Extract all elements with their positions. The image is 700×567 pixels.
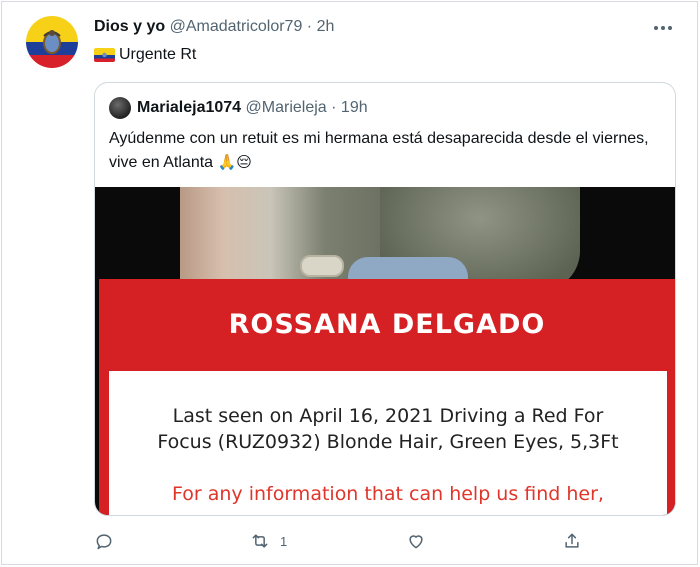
quoted-text: Ayúdenme con un retuit es mi hermana est… [109,127,661,175]
quoted-author-name: Marialeja1074 [137,99,242,116]
reply-button[interactable] [94,530,114,552]
more-options-button[interactable] [651,20,675,36]
quoted-timestamp: 19h [340,99,368,116]
quoted-avatar[interactable] [109,97,131,119]
tweet-actions: 1 [94,530,594,552]
quoted-text-content: Ayúdenme con un retuit es mi hermana est… [109,130,649,171]
avatar[interactable] [26,16,78,68]
last-seen-text: Last seen on April 16, 2021 Driving a Re… [109,403,667,455]
more-dot [668,26,672,30]
quoted-media-image[interactable]: ROSSANA DELGADO Last seen on April 16, 2… [95,187,675,515]
quoted-header: Marialeja1074 @Marieleja · 19h [137,99,368,117]
like-button[interactable] [406,530,426,552]
tweet-text-content: Urgente Rt [119,46,197,63]
heart-icon [409,535,423,549]
tweet-text: Urgente Rt [94,46,196,64]
tweet-header: Dios y yo @Amadatricolor79 · 2h [94,18,334,36]
more-dot [654,26,658,30]
missing-poster-panel: ROSSANA DELGADO Last seen on April 16, 2… [99,279,675,515]
separator-dot: · [331,99,337,116]
info-request-text: For any information that can help us fin… [172,483,604,505]
more-dot [661,26,665,30]
tweet-card[interactable]: Dios y yo @Amadatricolor79 · 2h Urgente … [1,1,698,565]
ecuador-flag-icon [94,48,115,62]
last-seen-line-1: Last seen on April 16, 2021 Driving a Re… [172,405,604,427]
quoted-author-handle: @Marieleja [245,99,327,116]
tweet-timestamp[interactable]: 2h [317,18,335,35]
last-seen-line-2: Focus (RUZ0932) Blonde Hair, Green Eyes,… [157,431,619,453]
retweet-button[interactable]: 1 [250,530,287,552]
retweet-icon [252,534,268,548]
ecuador-flag-avatar-icon [26,16,78,68]
photo-watch [300,255,344,277]
reply-icon [96,534,112,550]
missing-person-name: ROSSANA DELGADO [228,309,546,340]
share-button[interactable] [562,530,582,552]
separator-dot: · [306,18,313,35]
missing-person-photo [180,187,580,291]
share-icon [565,533,579,548]
retweet-count: 1 [280,533,288,549]
author-name[interactable]: Dios y yo [94,18,165,35]
pray-pensive-emoji: 🙏😔 [217,154,252,171]
quoted-tweet[interactable]: Marialeja1074 @Marieleja · 19h Ayúdenme … [94,82,676,516]
author-handle[interactable]: @Amadatricolor79 [170,18,303,35]
poster-details-card: Last seen on April 16, 2021 Driving a Re… [109,371,667,515]
